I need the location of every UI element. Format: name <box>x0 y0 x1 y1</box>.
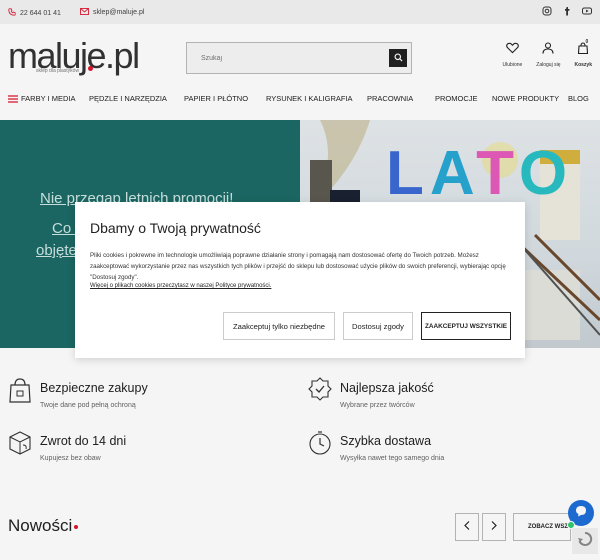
customize-consent-button[interactable]: Dostosuj zgody <box>343 312 413 340</box>
accept-all-button[interactable]: ZAAKCEPTUJ WSZYSTKIE <box>421 312 511 340</box>
cookie-description: Pliki cookies i pokrewne im technologie … <box>90 252 506 281</box>
accept-necessary-button[interactable]: Zaakceptuj tylko niezbędne <box>223 312 335 340</box>
cookie-title: Dbamy o Twoją prywatność <box>90 220 261 236</box>
privacy-policy-link[interactable]: Więcej o plikach cookies przeczytasz w n… <box>90 283 271 289</box>
cookie-consent-modal: Dbamy o Twoją prywatność Pliki cookies i… <box>75 202 525 358</box>
